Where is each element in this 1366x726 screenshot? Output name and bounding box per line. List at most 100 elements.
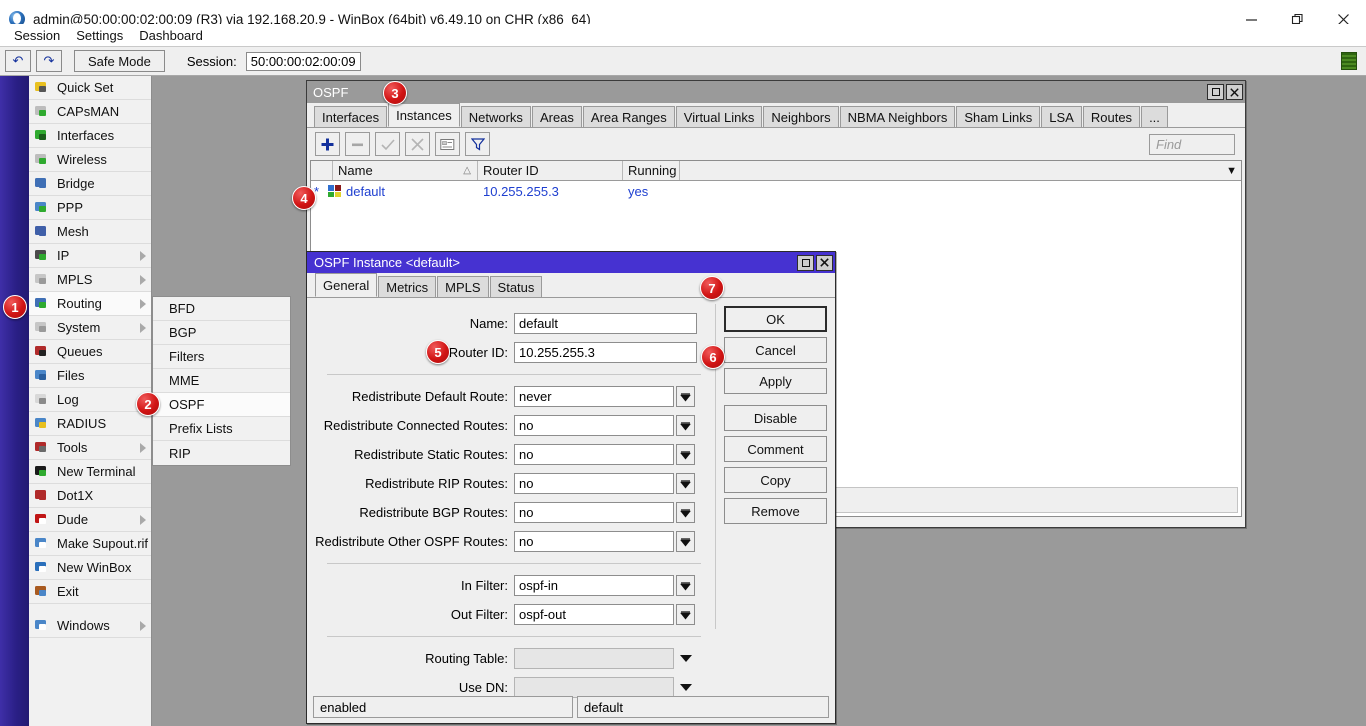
dropdown-arrow-icon[interactable] — [676, 604, 695, 625]
sidebar-item-radius[interactable]: RADIUS — [29, 412, 151, 436]
input-name[interactable]: default — [514, 313, 697, 334]
disable-button[interactable]: Disable — [724, 405, 827, 431]
sidebar-item-mpls[interactable]: MPLS — [29, 268, 151, 292]
sidebar-item-dude[interactable]: Dude — [29, 508, 151, 532]
tab-areas[interactable]: Areas — [532, 106, 582, 127]
chevron-down-icon[interactable] — [680, 684, 692, 691]
redo-icon[interactable]: ↷ — [36, 50, 62, 72]
ok-button[interactable]: OK — [724, 306, 827, 332]
apply-button[interactable]: Apply — [724, 368, 827, 394]
sidebar-item-dot1x[interactable]: Dot1X — [29, 484, 151, 508]
sidebar-item-routing[interactable]: Routing — [29, 292, 151, 316]
submenu-item-bgp[interactable]: BGP — [153, 321, 290, 345]
dropdown-arrow-icon[interactable] — [676, 575, 695, 596]
sidebar-item-interfaces[interactable]: Interfaces — [29, 124, 151, 148]
grid-header-running[interactable]: Running — [623, 161, 680, 180]
routing-submenu: BFDBGPFiltersMMEOSPFPrefix ListsRIP — [152, 296, 291, 466]
tab-interfaces[interactable]: Interfaces — [314, 106, 387, 127]
tab-lsa[interactable]: LSA — [1041, 106, 1082, 127]
find-input[interactable]: Find — [1149, 134, 1235, 155]
grid-header-menu[interactable]: ▼ — [680, 161, 1241, 180]
select-redistribute-other-ospf-routes[interactable]: no — [514, 531, 674, 552]
select-redistribute-rip-routes[interactable]: no — [514, 473, 674, 494]
safe-mode-button[interactable]: Safe Mode — [74, 50, 165, 72]
remove-button[interactable]: Remove — [724, 498, 827, 524]
tab-networks[interactable]: Networks — [461, 106, 531, 127]
select-redistribute-static-routes[interactable]: no — [514, 444, 674, 465]
dropdown-arrow-icon[interactable] — [676, 531, 695, 552]
sidebar-item-quick-set[interactable]: Quick Set — [29, 76, 151, 100]
copy-button[interactable]: Copy — [724, 467, 827, 493]
dropdown-arrow-icon[interactable] — [676, 502, 695, 523]
menu-dashboard[interactable]: Dashboard — [131, 26, 211, 45]
grid-header-router-id[interactable]: Router ID — [478, 161, 623, 180]
comment-icon[interactable] — [435, 132, 460, 156]
submenu-item-filters[interactable]: Filters — [153, 345, 290, 369]
tab-more[interactable]: ... — [1141, 106, 1168, 127]
input-router-id[interactable]: 10.255.255.3 — [514, 342, 697, 363]
sidebar-item-files[interactable]: Files — [29, 364, 151, 388]
submenu-item-prefix-lists[interactable]: Prefix Lists — [153, 417, 290, 441]
select-redistribute-default-route[interactable]: never — [514, 386, 674, 407]
filter-icon[interactable] — [465, 132, 490, 156]
sidebar-item-windows[interactable]: Windows — [29, 614, 151, 638]
sidebar-item-capsman[interactable]: CAPsMAN — [29, 100, 151, 124]
select-in-filter[interactable]: ospf-in — [514, 575, 674, 596]
menu-settings[interactable]: Settings — [68, 26, 131, 45]
select-redistribute-bgp-routes[interactable]: no — [514, 502, 674, 523]
combo-routing-table[interactable] — [514, 648, 674, 669]
dialog-tab-general[interactable]: General — [315, 273, 377, 297]
tab-instances[interactable]: Instances — [388, 103, 460, 127]
combo-use-dn[interactable] — [514, 677, 674, 698]
tab-neighbors[interactable]: Neighbors — [763, 106, 838, 127]
dropdown-arrow-icon[interactable] — [676, 444, 695, 465]
sidebar-item-bridge[interactable]: Bridge — [29, 172, 151, 196]
dialog-tab-mpls[interactable]: MPLS — [437, 276, 488, 297]
dialog-close-icon[interactable] — [816, 255, 833, 271]
sidebar-item-make-supout-rif[interactable]: Make Supout.rif — [29, 532, 151, 556]
tab-sham-links[interactable]: Sham Links — [956, 106, 1040, 127]
grid-header-name[interactable]: Name △ — [333, 161, 478, 180]
session-input[interactable]: 50:00:00:02:00:09 — [246, 52, 361, 71]
submenu-item-rip[interactable]: RIP — [153, 441, 290, 465]
sidebar-item-wireless[interactable]: Wireless — [29, 148, 151, 172]
sidebar-item-system[interactable]: System — [29, 316, 151, 340]
sidebar-item-mesh[interactable]: Mesh — [29, 220, 151, 244]
sidebar-item-log[interactable]: Log — [29, 388, 151, 412]
submenu-item-ospf[interactable]: OSPF — [153, 393, 290, 417]
chevron-down-icon[interactable] — [680, 655, 692, 662]
ospf-restore-icon[interactable] — [1207, 84, 1224, 100]
submenu-item-bfd[interactable]: BFD — [153, 297, 290, 321]
sidebar-item-tools[interactable]: Tools — [29, 436, 151, 460]
sidebar-item-new-winbox[interactable]: New WinBox — [29, 556, 151, 580]
dialog-tab-status[interactable]: Status — [490, 276, 543, 297]
row-name: default — [346, 184, 385, 199]
sidebar-item-ppp[interactable]: PPP — [29, 196, 151, 220]
tab-routes[interactable]: Routes — [1083, 106, 1140, 127]
select-redistribute-connected-routes[interactable]: no — [514, 415, 674, 436]
enable-check-icon[interactable] — [375, 132, 400, 156]
sidebar-item-exit[interactable]: Exit — [29, 580, 151, 604]
remove-icon[interactable] — [345, 132, 370, 156]
select-out-filter[interactable]: ospf-out — [514, 604, 674, 625]
cancel-button[interactable]: Cancel — [724, 337, 827, 363]
comment-button[interactable]: Comment — [724, 436, 827, 462]
undo-icon[interactable]: ↶ — [5, 50, 31, 72]
dropdown-arrow-icon[interactable] — [676, 473, 695, 494]
dialog-restore-icon[interactable] — [797, 255, 814, 271]
dropdown-arrow-icon[interactable] — [676, 386, 695, 407]
submenu-item-mme[interactable]: MME — [153, 369, 290, 393]
sidebar-item-ip[interactable]: IP — [29, 244, 151, 268]
table-row[interactable]: * default 10.255.255.3 yes — [311, 181, 1241, 201]
disable-cross-icon[interactable] — [405, 132, 430, 156]
tab-virtual-links[interactable]: Virtual Links — [676, 106, 763, 127]
dropdown-arrow-icon[interactable] — [676, 415, 695, 436]
tab-nbma-neighbors[interactable]: NBMA Neighbors — [840, 106, 956, 127]
sidebar-item-queues[interactable]: Queues — [29, 340, 151, 364]
menu-session[interactable]: Session — [6, 26, 68, 45]
add-icon[interactable] — [315, 132, 340, 156]
sidebar-item-new-terminal[interactable]: New Terminal — [29, 460, 151, 484]
tab-area-ranges[interactable]: Area Ranges — [583, 106, 675, 127]
dialog-tab-metrics[interactable]: Metrics — [378, 276, 436, 297]
ospf-close-icon[interactable] — [1226, 84, 1243, 100]
